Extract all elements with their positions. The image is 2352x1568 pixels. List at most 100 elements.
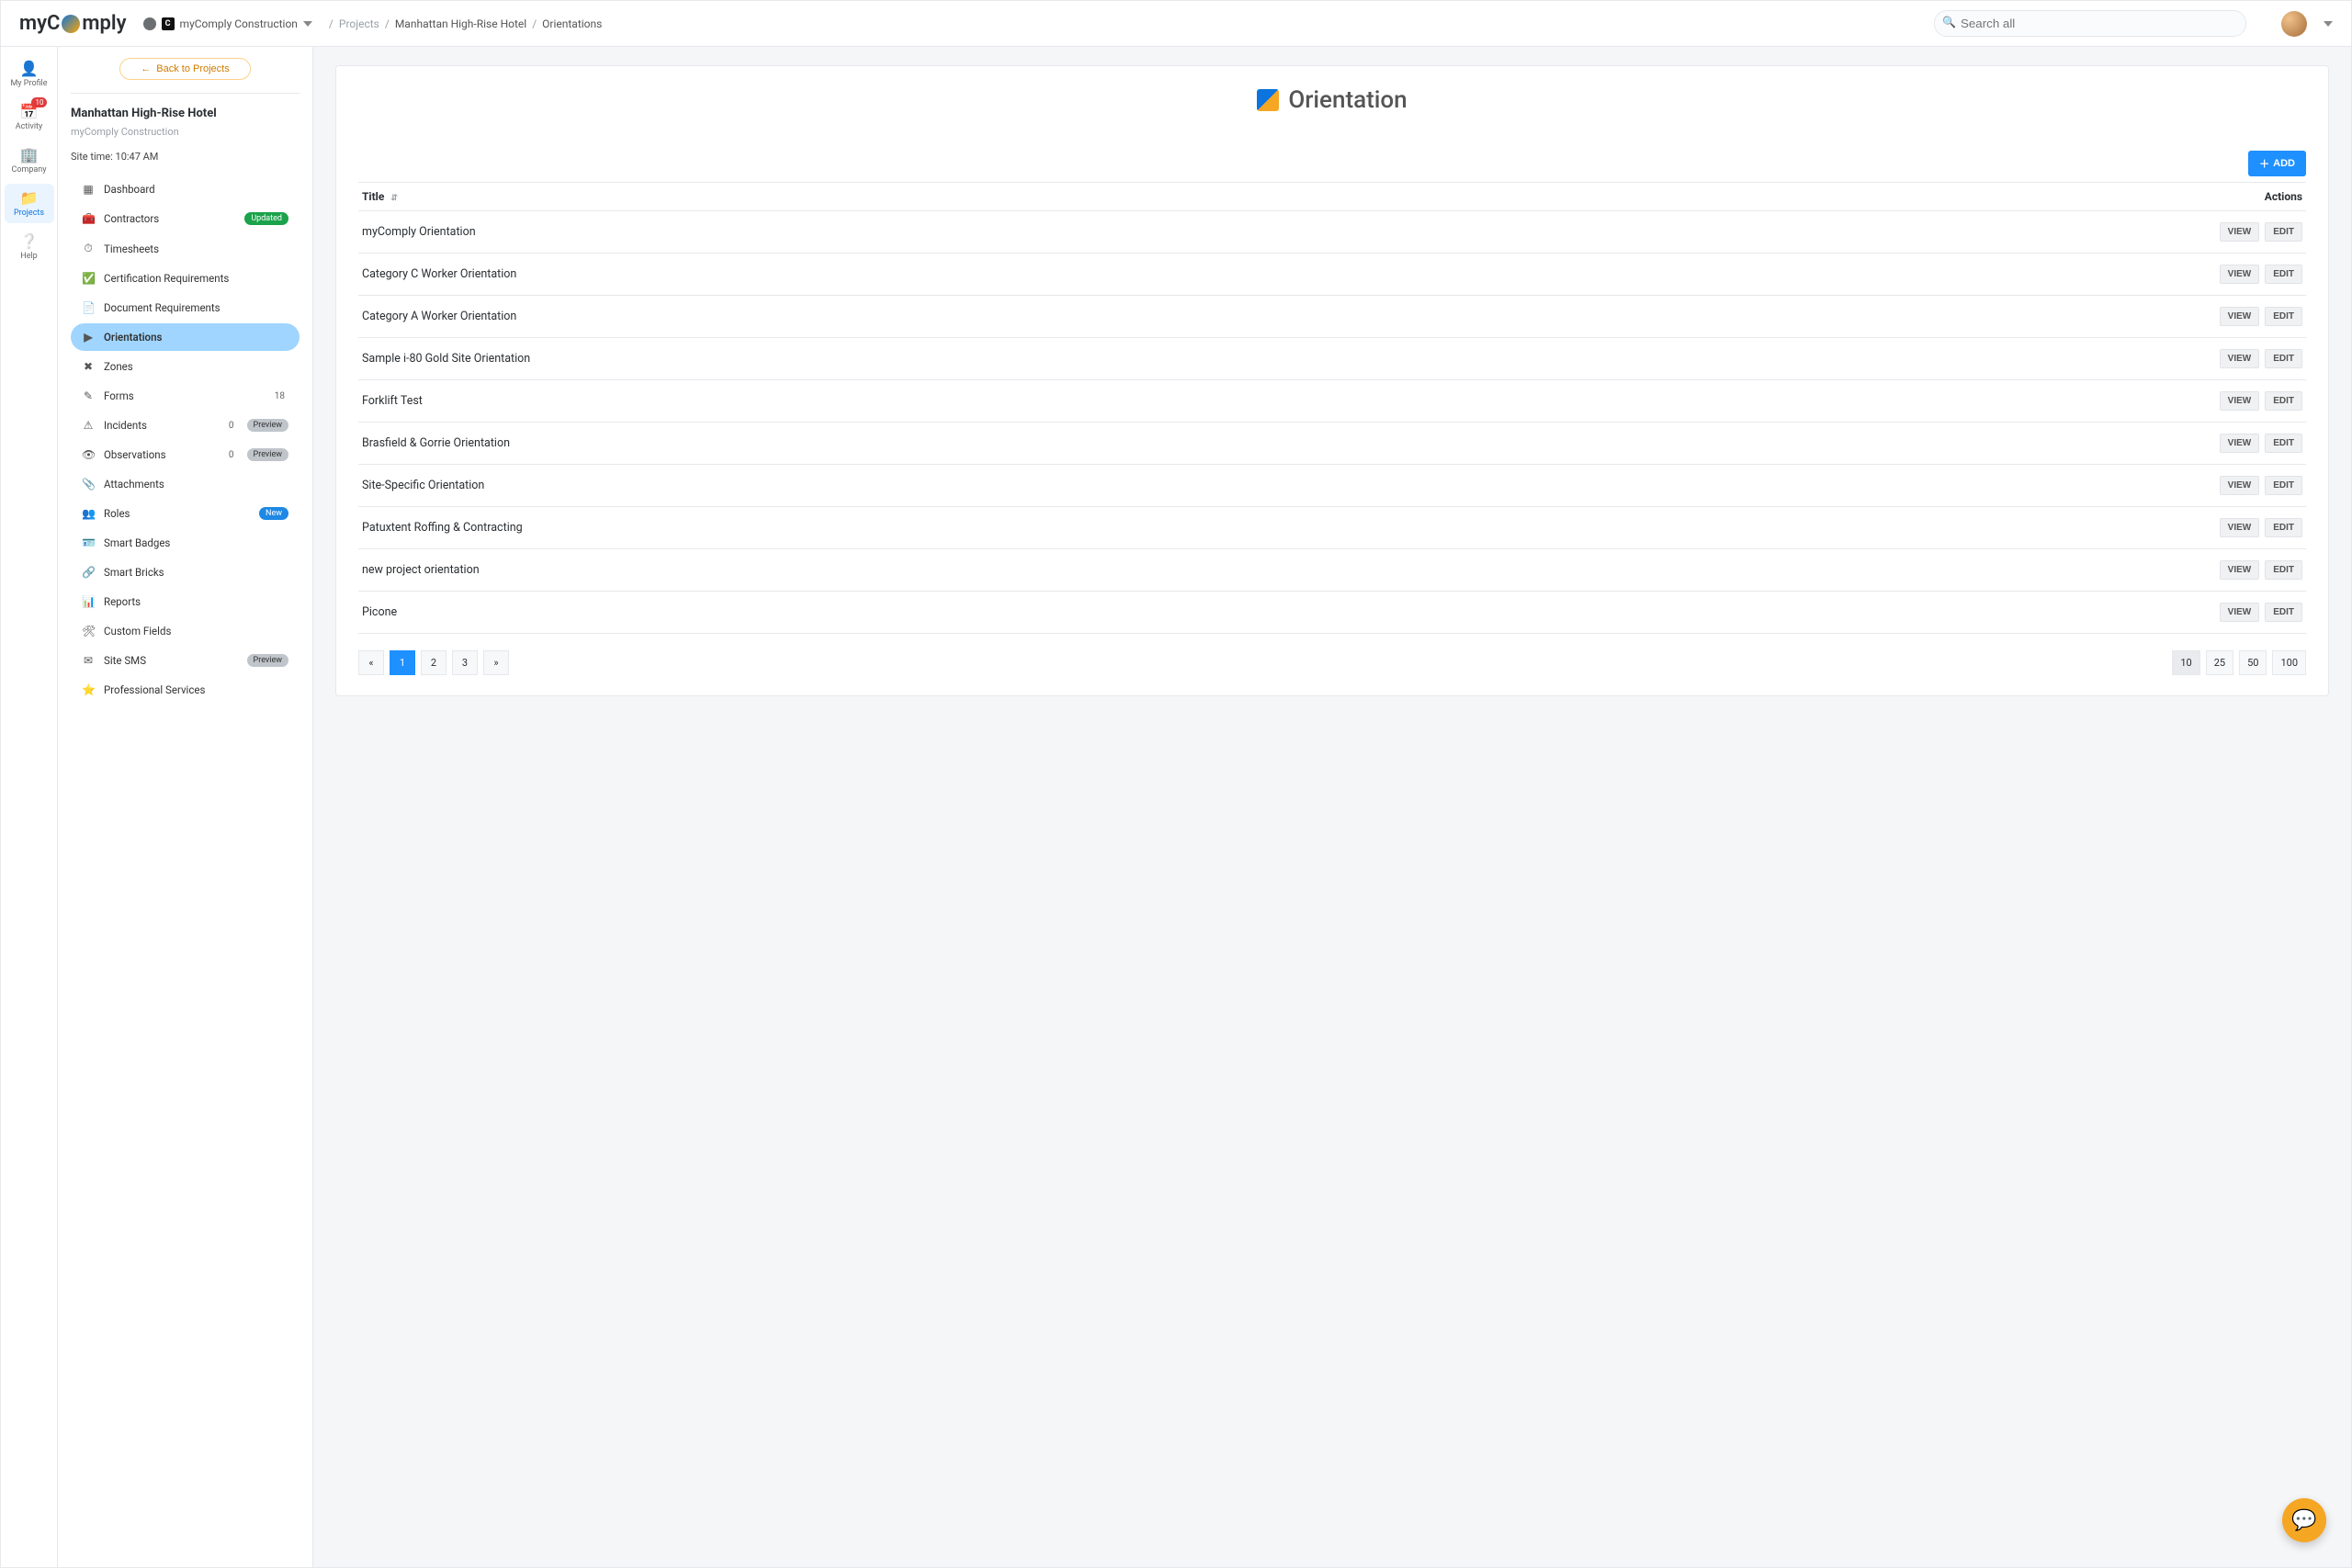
page-size-50[interactable]: 50 xyxy=(2239,650,2267,675)
nav-item-icon: ▦ xyxy=(82,183,95,196)
orientation-icon xyxy=(1257,89,1279,111)
pager-next[interactable]: » xyxy=(483,650,509,675)
nav-item-icon: 🪪 xyxy=(82,536,95,549)
nav-item-icon: 📄 xyxy=(82,301,95,314)
sidebar-item-smart-bricks[interactable]: 🔗Smart Bricks xyxy=(71,558,300,586)
nav-item-icon: 📊 xyxy=(82,595,95,608)
app-logo[interactable]: myC mply xyxy=(19,12,127,35)
sidebar-item-reports[interactable]: 📊Reports xyxy=(71,588,300,615)
row-title: Sample i-80 Gold Site Orientation xyxy=(362,352,530,366)
row-title: Category A Worker Orientation xyxy=(362,310,516,323)
nav-item-icon: ✎ xyxy=(82,389,95,402)
rail-my-profile[interactable]: 👤 My Profile xyxy=(5,54,54,94)
sidebar-item-zones[interactable]: ✖Zones xyxy=(71,353,300,380)
page-size-10[interactable]: 10 xyxy=(2172,650,2199,675)
company-switcher[interactable]: C myComply Construction xyxy=(143,17,312,30)
view-button[interactable]: VIEW xyxy=(2220,265,2260,284)
user-menu-caret-icon[interactable] xyxy=(2324,21,2333,27)
view-button[interactable]: VIEW xyxy=(2220,603,2260,622)
sidebar-item-certification-requirements[interactable]: ✅Certification Requirements xyxy=(71,265,300,292)
page-size-selector: 10 2550100 xyxy=(2172,650,2306,675)
sidebar-item-dashboard[interactable]: ▦Dashboard xyxy=(71,175,300,203)
sidebar-item-roles[interactable]: 👥RolesNew xyxy=(71,500,300,527)
rail-company[interactable]: 🏢 Company xyxy=(5,141,54,180)
pager-prev[interactable]: « xyxy=(358,650,384,675)
nav-item-icon: ✉ xyxy=(82,654,95,667)
user-avatar[interactable] xyxy=(2281,11,2307,37)
back-to-projects-button[interactable]: ← Back to Projects xyxy=(119,58,250,80)
breadcrumb-project[interactable]: Manhattan High-Rise Hotel xyxy=(395,17,526,30)
pager-page-3[interactable]: 3 xyxy=(452,650,478,675)
table-row: Patuxtent Roffing & Contracting VIEW EDIT xyxy=(358,507,2306,549)
edit-button[interactable]: EDIT xyxy=(2265,603,2302,622)
breadcrumb-sep: / xyxy=(385,17,390,30)
sidebar-item-custom-fields[interactable]: 🛠Custom Fields xyxy=(71,617,300,645)
nav-item-label: Orientations xyxy=(104,331,162,344)
view-button[interactable]: VIEW xyxy=(2220,434,2260,453)
sidebar-item-orientations[interactable]: ▶Orientations xyxy=(71,323,300,351)
sidebar-item-timesheets[interactable]: ⏱Timesheets xyxy=(71,234,300,263)
edit-button[interactable]: EDIT xyxy=(2265,349,2302,368)
pager-page-1[interactable]: 1 xyxy=(390,650,415,675)
sidebar-item-attachments[interactable]: 📎Attachments xyxy=(71,470,300,498)
pagination: «123» xyxy=(358,650,509,675)
site-time: Site time: 10:47 AM xyxy=(71,151,300,163)
sidebar-item-site-sms[interactable]: ✉Site SMSPreview xyxy=(71,647,300,674)
nav-item-label: Document Requirements xyxy=(104,301,220,314)
view-button[interactable]: VIEW xyxy=(2220,476,2260,495)
nav-item-label: Forms xyxy=(104,389,134,402)
nav-item-label: Certification Requirements xyxy=(104,272,229,285)
edit-button[interactable]: EDIT xyxy=(2265,265,2302,284)
nav-item-badge: Updated xyxy=(244,212,288,225)
rail-help[interactable]: ❔ Help xyxy=(5,227,54,266)
edit-button[interactable]: EDIT xyxy=(2265,307,2302,326)
col-title[interactable]: Title ⇵ xyxy=(362,190,398,203)
nav-item-label: Attachments xyxy=(104,478,164,491)
sidebar-item-incidents[interactable]: ⚠Incidents0Preview xyxy=(71,412,300,439)
table-body: myComply OrientationVIEWEDITCategory C W… xyxy=(358,211,2306,634)
sidebar-item-smart-badges[interactable]: 🪪Smart Badges xyxy=(71,529,300,557)
page-size-25[interactable]: 25 xyxy=(2206,650,2233,675)
folder-icon: 📁 xyxy=(20,189,39,207)
rail-label: My Profile xyxy=(10,79,47,88)
add-button[interactable]: ＋ ADD xyxy=(2248,151,2306,176)
edit-button[interactable]: EDIT xyxy=(2265,560,2302,580)
table-row: Forklift TestVIEWEDIT xyxy=(358,380,2306,423)
breadcrumb-projects[interactable]: Projects xyxy=(339,17,379,30)
sidebar-item-document-requirements[interactable]: 📄 Document Requirements xyxy=(71,294,300,321)
edit-button[interactable]: EDIT xyxy=(2265,476,2302,495)
nav-item-label: Zones xyxy=(104,360,133,373)
rail-projects[interactable]: 📁 Projects xyxy=(5,184,54,223)
page-size-100[interactable]: 100 xyxy=(2272,650,2306,675)
nav-item-icon: ⏱ xyxy=(82,242,95,255)
table-header: Title ⇵ Actions xyxy=(358,182,2306,211)
project-nav: ▦Dashboard🧰ContractorsUpdated⏱Timesheets… xyxy=(71,175,300,704)
view-button[interactable]: VIEW xyxy=(2220,518,2260,537)
sidebar-item-contractors[interactable]: 🧰ContractorsUpdated xyxy=(71,205,300,232)
view-button[interactable]: VIEW xyxy=(2220,349,2260,368)
search-input[interactable] xyxy=(1934,10,2246,37)
rail-activity[interactable]: 📅 Activity xyxy=(5,97,54,137)
search-icon: 🔍 xyxy=(1942,16,1956,28)
pager-page-2[interactable]: 2 xyxy=(421,650,447,675)
view-button[interactable]: VIEW xyxy=(2220,391,2260,411)
logo-text-pre: myC xyxy=(19,12,60,35)
row-title: Patuxtent Roffing & Contracting xyxy=(362,521,523,535)
sidebar-item-observations[interactable]: 👁Observations0Preview xyxy=(71,441,300,468)
table-row: Sample i-80 Gold Site Orientation VIEW EDI… xyxy=(358,338,2306,380)
edit-button[interactable]: EDIT xyxy=(2265,391,2302,411)
sidebar-item-forms[interactable]: ✎Forms18 xyxy=(71,382,300,410)
chat-widget-button[interactable]: 💬 xyxy=(2282,1498,2326,1542)
page-title: Orientation xyxy=(1288,86,1407,114)
nav-item-label: Roles xyxy=(104,507,130,520)
view-button[interactable]: VIEW xyxy=(2220,222,2260,242)
nav-item-label: Incidents xyxy=(104,419,147,432)
rail-label: Projects xyxy=(14,209,44,218)
sidebar-item-professional-services[interactable]: ⭐Professional Services xyxy=(71,676,300,704)
edit-button[interactable]: EDIT xyxy=(2265,518,2302,537)
view-button[interactable]: VIEW xyxy=(2220,560,2260,580)
row-title: Site-Specific Orientation xyxy=(362,479,484,492)
edit-button[interactable]: EDIT xyxy=(2265,222,2302,242)
view-button[interactable]: VIEW xyxy=(2220,307,2260,326)
edit-button[interactable]: EDIT xyxy=(2265,434,2302,453)
